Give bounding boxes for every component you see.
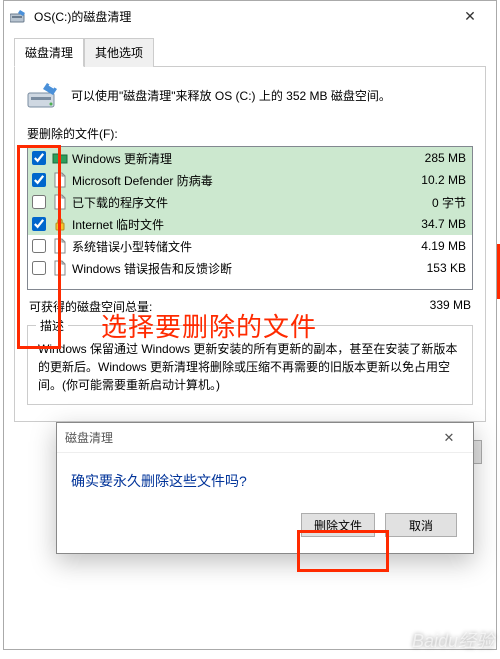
window-title: OS(C:)的磁盘清理 <box>34 8 450 25</box>
file-name: Windows 错误报告和反馈诊断 <box>72 260 427 277</box>
total-label: 可获得的磁盘空间总量: <box>29 298 152 315</box>
description-label: 描述 <box>36 317 68 334</box>
file-checkbox[interactable] <box>32 151 46 165</box>
file-row[interactable]: Internet 临时文件34.7 MB <box>28 213 472 235</box>
file-name: 已下载的程序文件 <box>72 194 432 211</box>
file-checkbox[interactable] <box>32 217 46 231</box>
file-type-icon <box>52 172 68 188</box>
file-type-icon <box>52 150 68 166</box>
file-row[interactable]: 系统错误小型转储文件4.19 MB <box>28 235 472 257</box>
total-row: 可获得的磁盘空间总量: 339 MB <box>29 298 471 315</box>
tab-strip: 磁盘清理 其他选项 <box>14 37 486 67</box>
confirm-close-button[interactable]: ✕ <box>433 430 465 446</box>
file-size: 0 字节 <box>432 194 468 211</box>
summary-text: 可以使用"磁盘清理"来释放 OS (C:) 上的 352 MB 磁盘空间。 <box>71 87 391 104</box>
confirm-cancel-button[interactable]: 取消 <box>385 513 457 537</box>
files-label: 要删除的文件(F): <box>27 125 473 142</box>
close-button[interactable]: ✕ <box>450 2 490 30</box>
tab-more-options[interactable]: 其他选项 <box>84 38 154 67</box>
confirm-dialog: 磁盘清理 ✕ 确实要永久删除这些文件吗? 删除文件 取消 <box>56 422 474 554</box>
drive-cleanup-icon <box>10 8 28 24</box>
file-size: 285 MB <box>425 151 468 165</box>
tab-panel-cleanup: 可以使用"磁盘清理"来释放 OS (C:) 上的 352 MB 磁盘空间。 要删… <box>14 67 486 422</box>
file-size: 153 KB <box>427 261 468 275</box>
file-type-icon <box>52 216 68 232</box>
file-name: Windows 更新清理 <box>72 150 425 167</box>
file-row[interactable]: Windows 更新清理285 MB <box>28 147 472 169</box>
summary-row: 可以使用"磁盘清理"来释放 OS (C:) 上的 352 MB 磁盘空间。 <box>27 79 473 111</box>
file-name: 系统错误小型转储文件 <box>72 238 421 255</box>
file-checkbox[interactable] <box>32 239 46 253</box>
file-type-icon <box>52 238 68 254</box>
titlebar: OS(C:)的磁盘清理 ✕ <box>4 1 496 31</box>
description-text: Windows 保留通过 Windows 更新安装的所有更新的副本，甚至在安装了… <box>38 340 462 394</box>
file-size: 10.2 MB <box>421 173 468 187</box>
file-name: Microsoft Defender 防病毒 <box>72 172 421 189</box>
file-checkbox[interactable] <box>32 173 46 187</box>
file-row[interactable]: Windows 错误报告和反馈诊断153 KB <box>28 257 472 279</box>
file-type-icon <box>52 260 68 276</box>
file-list[interactable]: Windows 更新清理285 MBMicrosoft Defender 防病毒… <box>27 146 473 290</box>
description-group: 描述 Windows 保留通过 Windows 更新安装的所有更新的副本，甚至在… <box>27 325 473 405</box>
file-size: 4.19 MB <box>421 239 468 253</box>
total-value: 339 MB <box>430 298 471 315</box>
confirm-buttons: 删除文件 取消 <box>57 499 473 553</box>
file-row[interactable]: 已下载的程序文件0 字节 <box>28 191 472 213</box>
confirm-message: 确实要永久删除这些文件吗? <box>57 453 473 499</box>
file-checkbox[interactable] <box>32 261 46 275</box>
tab-cleanup[interactable]: 磁盘清理 <box>14 38 84 67</box>
delete-files-button[interactable]: 删除文件 <box>301 513 375 537</box>
confirm-titlebar: 磁盘清理 ✕ <box>57 423 473 453</box>
file-size: 34.7 MB <box>421 217 468 231</box>
drive-icon <box>27 79 61 111</box>
file-checkbox[interactable] <box>32 195 46 209</box>
file-type-icon <box>52 194 68 210</box>
file-name: Internet 临时文件 <box>72 216 421 233</box>
window-body: 磁盘清理 其他选项 可以使用"磁盘清理"来释放 OS (C:) 上的 352 M… <box>4 31 496 432</box>
file-row[interactable]: Microsoft Defender 防病毒10.2 MB <box>28 169 472 191</box>
confirm-title: 磁盘清理 <box>65 429 433 446</box>
